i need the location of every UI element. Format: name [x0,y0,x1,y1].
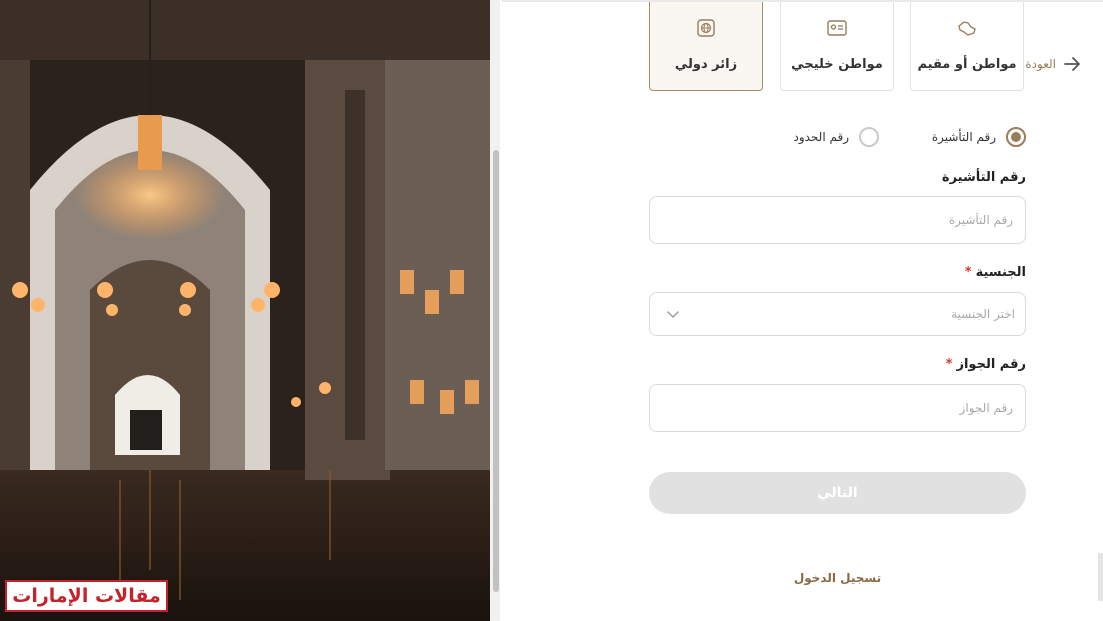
nationality-select[interactable]: اختر الجنسية [649,292,1026,336]
arrow-right-icon [1064,57,1080,71]
visa-number-input[interactable] [649,196,1026,244]
mosque-interior-photo: مقالات الإمارات [0,0,490,621]
id-card-icon [827,20,847,36]
passport-number-label: رقم الجواز* [945,357,1026,372]
radio-label: رقم الحدود [793,130,849,144]
nationality-placeholder: اختر الجنسية [951,307,1015,321]
required-mark: * [964,265,972,280]
visa-number-label: رقم التأشيرة [941,170,1026,185]
globe-icon [697,19,715,37]
next-button[interactable]: التالي [649,472,1026,514]
radio-label: رقم التأشيرة [931,130,996,144]
chevron-down-icon [667,311,679,318]
tab-label: مواطن أو مقيم [917,57,1017,72]
tab-label: زائر دولي [674,57,738,72]
login-link[interactable]: تسجيل الدخول [780,571,895,585]
scrollbar-thumb[interactable] [493,150,499,592]
required-mark: * [945,357,953,372]
nationality-label: الجنسية* [964,265,1026,280]
passport-number-input[interactable] [649,384,1026,432]
radio-border-number[interactable]: رقم الحدود [793,125,879,149]
tab-label: مواطن خليجي [791,57,883,72]
radio-checked[interactable] [1006,127,1026,147]
radio-visa-number[interactable]: رقم التأشيرة [932,125,1026,149]
page-edge-handle [1098,553,1103,601]
radio-unchecked[interactable] [859,127,879,147]
back-label: العودة [1025,57,1056,71]
saudi-map-icon [958,21,976,36]
tab-international-visitor[interactable]: زائر دولي [649,2,763,91]
tab-gulf-citizen[interactable]: مواطن خليجي [780,2,894,91]
tab-citizen-resident[interactable]: مواطن أو مقيم [910,2,1024,91]
watermark-logo: مقالات الإمارات [5,580,168,612]
